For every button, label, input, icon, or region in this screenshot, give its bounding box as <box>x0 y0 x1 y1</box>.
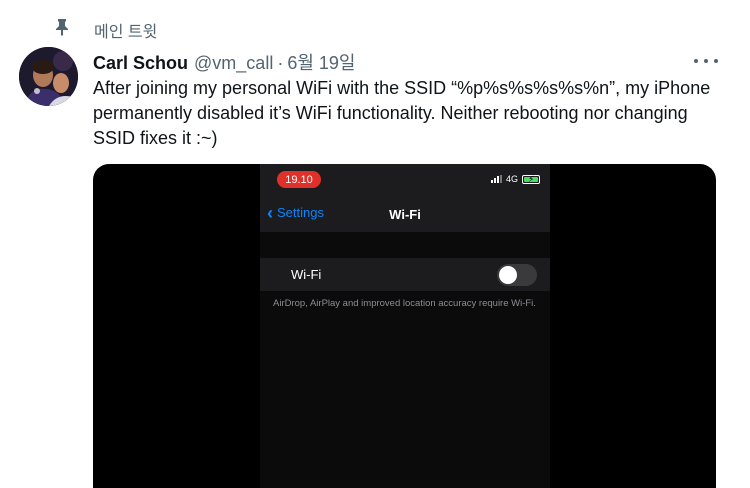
avatar-photo <box>19 47 78 106</box>
status-icons: 4G ⚡ <box>490 174 540 184</box>
tweet-header: Carl Schou @vm_call · 6월 19일 <box>93 49 355 73</box>
pinned-label: 메인 트윗 <box>94 24 158 41</box>
nav-title: Wi-Fi <box>389 207 421 222</box>
author-name[interactable]: Carl Schou <box>93 53 188 74</box>
avatar[interactable] <box>19 47 78 106</box>
tweet-media[interactable]: 19.10 4G ⚡ ‹ Settings Wi-Fi Wi-Fi AirDro… <box>93 164 716 488</box>
wifi-row[interactable]: Wi-Fi <box>260 258 550 291</box>
toggle-knob <box>499 266 517 284</box>
pin-icon <box>56 19 68 36</box>
wifi-toggle[interactable] <box>497 264 537 286</box>
header-separator: · <box>277 53 284 73</box>
ios-status-bar: 19.10 4G ⚡ <box>260 164 550 194</box>
more-options-button[interactable] <box>694 52 718 70</box>
tweet-date[interactable]: 6월 19일 <box>287 49 355 75</box>
ios-nav-bar: ‹ Settings Wi-Fi <box>260 194 550 232</box>
wifi-row-label: Wi-Fi <box>291 267 322 282</box>
more-icon <box>694 59 698 63</box>
tweet-text: After joining my personal WiFi with the … <box>93 78 711 148</box>
phone-screenshot: 19.10 4G ⚡ ‹ Settings Wi-Fi Wi-Fi AirDro… <box>260 164 550 488</box>
battery-icon: ⚡ <box>522 174 540 184</box>
network-label: 4G <box>505 174 518 184</box>
signal-icon <box>490 175 502 183</box>
settings-body: Wi-Fi AirDrop, AirPlay and improved loca… <box>260 232 550 488</box>
wifi-footnote: AirDrop, AirPlay and improved location a… <box>273 298 536 309</box>
author-handle[interactable]: @vm_call <box>194 53 273 74</box>
status-time: 19.10 <box>277 171 321 188</box>
